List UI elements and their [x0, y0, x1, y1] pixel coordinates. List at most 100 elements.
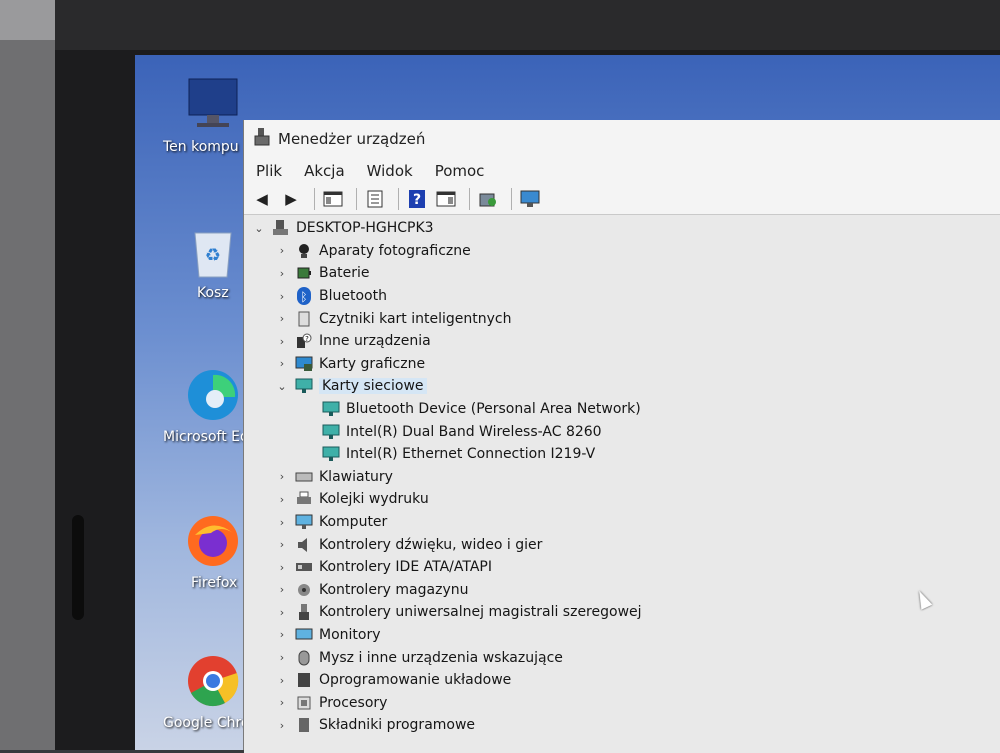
tree-item-label: Oprogramowanie układowe	[319, 672, 512, 689]
tree-item-processors[interactable]: › Procesory	[244, 691, 1000, 714]
chrome-icon	[185, 653, 241, 709]
help-icon[interactable]: ?	[405, 188, 429, 210]
desktop-icon-this-pc[interactable]: Ten kompu	[135, 77, 245, 155]
tree-subitem-network-device[interactable]: Intel(R) Ethernet Connection I219-V	[244, 443, 1000, 466]
storage-controller-icon	[295, 582, 313, 598]
chevron-down-icon[interactable]: ⌄	[252, 222, 266, 235]
tree-item-smart-card-readers[interactable]: › Czytniki kart inteligentnych	[244, 307, 1000, 330]
chevron-right-icon[interactable]: ›	[275, 696, 289, 709]
firmware-icon	[295, 672, 313, 688]
laptop-side-edge	[72, 515, 84, 620]
tree-item-label: Kontrolery dźwięku, wideo i gier	[319, 536, 543, 553]
forward-arrow-icon[interactable]: ▶	[279, 188, 303, 210]
laptop-bezel-top	[55, 0, 1000, 50]
tree-item-bluetooth[interactable]: › ᛒ Bluetooth	[244, 285, 1000, 308]
processor-icon	[295, 695, 313, 711]
tree-subitem-network-device[interactable]: Bluetooth Device (Personal Area Network)	[244, 398, 1000, 421]
mouse-icon	[295, 650, 313, 666]
tree-item-label: Komputer	[319, 514, 388, 531]
tree-item-ide-controllers[interactable]: › Kontrolery IDE ATA/ATAPI	[244, 556, 1000, 579]
tree-item-firmware[interactable]: › Oprogramowanie układowe	[244, 669, 1000, 692]
device-manager-icon	[254, 128, 270, 150]
svg-text:♻: ♻	[205, 245, 221, 266]
tree-item-label: Mysz i inne urządzenia wskazujące	[319, 649, 563, 666]
desktop-icon-chrome[interactable]: Google Chro	[135, 653, 249, 731]
menu-file[interactable]: Plik	[254, 160, 284, 182]
console-tree-icon[interactable]	[321, 188, 345, 210]
chevron-right-icon[interactable]: ›	[275, 674, 289, 687]
toolbar-separator	[469, 188, 470, 210]
tree-item-label: Kontrolery magazynu	[319, 581, 469, 598]
back-arrow-icon[interactable]: ◀	[250, 188, 274, 210]
tree-item-batteries[interactable]: › Baterie	[244, 262, 1000, 285]
chevron-right-icon[interactable]: ›	[275, 470, 289, 483]
network-adapter-icon	[322, 401, 340, 417]
network-adapter-icon	[322, 446, 340, 462]
action-pane-icon[interactable]	[434, 188, 458, 210]
desktop-icon-firefox[interactable]: Firefox	[135, 513, 245, 591]
chevron-right-icon[interactable]: ›	[275, 267, 289, 280]
scan-hardware-icon[interactable]	[476, 188, 500, 210]
network-adapter-icon	[295, 378, 313, 394]
tree-item-sound-controllers[interactable]: › Kontrolery dźwięku, wideo i gier	[244, 533, 1000, 556]
chevron-right-icon[interactable]: ›	[275, 493, 289, 506]
menu-action[interactable]: Akcja	[302, 160, 347, 182]
tree-item-keyboards[interactable]: › Klawiatury	[244, 466, 1000, 489]
chevron-right-icon[interactable]: ›	[275, 628, 289, 641]
tree-item-cameras[interactable]: › Aparaty fotograficzne	[244, 240, 1000, 263]
tree-item-computer[interactable]: › Komputer	[244, 511, 1000, 534]
svg-text:?: ?	[413, 192, 421, 208]
chevron-right-icon[interactable]: ›	[275, 606, 289, 619]
monitor-icon[interactable]	[518, 188, 542, 210]
chevron-right-icon[interactable]: ›	[275, 312, 289, 325]
chevron-right-icon[interactable]: ›	[275, 290, 289, 303]
tree-root[interactable]: ⌄ DESKTOP-HGHCPK3	[244, 217, 1000, 240]
chevron-right-icon[interactable]: ›	[275, 357, 289, 370]
chevron-right-icon[interactable]: ›	[275, 719, 289, 732]
tree-item-label: Procesory	[319, 694, 388, 711]
tree-item-label: Karty sieciowe	[319, 378, 427, 395]
chevron-right-icon[interactable]: ›	[275, 651, 289, 664]
background-couch	[0, 0, 58, 40]
tree-item-usb-controllers[interactable]: › Kontrolery uniwersalnej magistrali sze…	[244, 601, 1000, 624]
tree-item-label: Składniki programowe	[319, 717, 476, 734]
tree-item-print-queues[interactable]: › Kolejki wydruku	[244, 488, 1000, 511]
tree-item-software-components[interactable]: › Składniki programowe	[244, 714, 1000, 737]
smart-card-reader-icon	[295, 311, 313, 327]
tree-subitem-network-device[interactable]: Intel(R) Dual Band Wireless-AC 8260	[244, 420, 1000, 443]
tree-item-label: Kontrolery IDE ATA/ATAPI	[319, 559, 492, 576]
chevron-right-icon[interactable]: ›	[275, 561, 289, 574]
monitor-icon	[295, 627, 313, 643]
computer-icon	[272, 220, 290, 236]
tree-item-network-adapters[interactable]: ⌄ Karty sieciowe	[244, 375, 1000, 398]
title-bar: Menedżer urządzeń	[244, 120, 1000, 158]
tree-item-label: Bluetooth	[319, 288, 387, 305]
recycle-bin-icon: ♻	[185, 223, 241, 279]
battery-icon	[295, 265, 313, 281]
software-component-icon	[295, 717, 313, 733]
chevron-right-icon[interactable]: ›	[275, 516, 289, 529]
tree-item-storage-controllers[interactable]: › Kontrolery magazynu	[244, 579, 1000, 602]
chevron-right-icon[interactable]: ›	[275, 244, 289, 257]
tree-item-label: Inne urządzenia	[319, 333, 431, 350]
tree-subitem-label: Intel(R) Ethernet Connection I219-V	[346, 446, 596, 463]
svg-text:ᛒ: ᛒ	[300, 290, 307, 304]
desktop-icon-edge[interactable]: Microsoft Ed	[135, 367, 249, 445]
desktop-icon-recycle-bin[interactable]: ♻ Kosz	[135, 223, 245, 301]
chevron-right-icon[interactable]: ›	[275, 538, 289, 551]
tree-item-monitors[interactable]: › Monitory	[244, 624, 1000, 647]
tree-item-mice[interactable]: › Mysz i inne urządzenia wskazujące	[244, 646, 1000, 669]
tree-item-other-devices[interactable]: › ? Inne urządzenia	[244, 330, 1000, 353]
chevron-down-icon[interactable]: ⌄	[275, 380, 289, 393]
svg-text:?: ?	[305, 335, 309, 343]
chevron-right-icon[interactable]: ›	[275, 335, 289, 348]
toolbar-separator	[511, 188, 512, 210]
chevron-right-icon[interactable]: ›	[275, 583, 289, 596]
menu-view[interactable]: Widok	[365, 160, 415, 182]
menu-bar: Plik Akcja Widok Pomoc	[244, 158, 1000, 184]
menu-help[interactable]: Pomoc	[433, 160, 487, 182]
tree-item-display-adapters[interactable]: › Karty graficzne	[244, 353, 1000, 376]
device-manager-window: Menedżer urządzeń Plik Akcja Widok Pomoc…	[243, 120, 1000, 753]
tree-item-label: Klawiatury	[319, 468, 393, 485]
properties-icon[interactable]	[363, 188, 387, 210]
